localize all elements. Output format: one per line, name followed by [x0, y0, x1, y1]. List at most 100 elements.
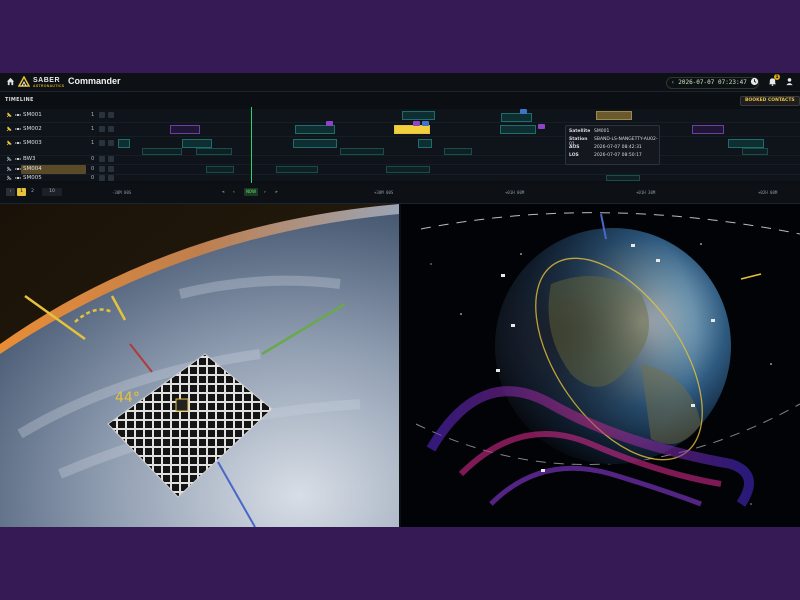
popup-aos-key: AOS: [569, 145, 580, 150]
nav-first-button[interactable]: «: [222, 190, 225, 195]
globe-scene: [401, 204, 800, 527]
row-toggle-button[interactable]: [99, 140, 105, 146]
popup-satellite-key: Satellite: [569, 129, 591, 134]
contact-block-selected[interactable]: [596, 111, 632, 120]
contact-block[interactable]: [295, 125, 335, 134]
top-bar: SABER ASTRONAUTICS Commander ‹ 2026-07-0…: [0, 73, 800, 92]
row-play-button[interactable]: [108, 166, 114, 172]
contact-chip: [520, 109, 527, 114]
row-play-button[interactable]: [108, 175, 114, 181]
nav-next-button[interactable]: ›: [264, 190, 266, 195]
row-toggle-button[interactable]: [99, 156, 105, 162]
booked-contacts-button[interactable]: BOOKED CONTACTS: [740, 96, 800, 106]
contact-block-active[interactable]: [394, 125, 430, 134]
contact-block[interactable]: [118, 139, 130, 148]
satellite-icon: [15, 177, 21, 179]
contact-block[interactable]: [728, 139, 764, 148]
popup-los-value: 2026-07-07 08:50:17: [594, 153, 642, 158]
row-name: SM005: [23, 175, 42, 181]
contact-chip: [413, 121, 420, 126]
row-name: SM004: [23, 166, 42, 172]
timeline-row-sm002[interactable]: SM002 1: [0, 121, 800, 137]
time-tick: +01H 30M: [636, 190, 656, 195]
contact-block[interactable]: [293, 139, 337, 148]
row-play-button[interactable]: [108, 126, 114, 132]
pin-icon[interactable]: [6, 166, 12, 172]
pin-icon[interactable]: [6, 156, 12, 162]
satellite-icon: [15, 142, 21, 144]
satellite-icon: [15, 158, 21, 160]
contact-chip: [422, 121, 429, 126]
timeline-row-sm005[interactable]: SM005 0: [0, 175, 800, 182]
row-count: 0: [91, 166, 95, 172]
contact-block[interactable]: [418, 139, 432, 148]
satellite-close-view[interactable]: 44° 0°: [0, 204, 399, 527]
pin-icon[interactable]: [6, 126, 12, 132]
elevation-angle-label: 44°: [115, 390, 140, 406]
contact-block[interactable]: [276, 166, 318, 173]
contact-block[interactable]: [196, 148, 232, 155]
row-count: 0: [91, 156, 95, 162]
timeline-row-sm004[interactable]: SM004 0: [0, 165, 800, 175]
contact-chip: [538, 124, 545, 129]
satellite-icon: [15, 168, 21, 170]
contact-block[interactable]: [500, 125, 536, 134]
nav-last-button[interactable]: »: [275, 190, 278, 195]
timeline-row-bw3[interactable]: BW3 0: [0, 155, 800, 165]
home-icon[interactable]: [6, 77, 15, 86]
row-count: 1: [91, 140, 95, 146]
contact-block[interactable]: [402, 111, 435, 120]
time-tick: -30M 00S: [112, 190, 132, 195]
row-toggle-button[interactable]: [99, 126, 105, 132]
row-toggle-button[interactable]: [99, 166, 105, 172]
row-play-button[interactable]: [108, 156, 114, 162]
brand-name: SABER: [33, 76, 61, 84]
satellite-icon: [15, 128, 21, 130]
nav-prev-button[interactable]: ‹: [233, 190, 235, 195]
row-play-button[interactable]: [108, 112, 114, 118]
row-name: BW3: [23, 156, 36, 162]
page-button[interactable]: 1: [17, 188, 26, 196]
now-indicator-line: [251, 107, 252, 183]
commander-app: SABER ASTRONAUTICS Commander ‹ 2026-07-0…: [0, 73, 800, 527]
contact-block[interactable]: [170, 125, 200, 134]
timeline-rows: SM001 1 SM002 1 SM003 1 BW3 0 SM004 0 SM…: [0, 109, 800, 181]
page-size-select[interactable]: 10: [42, 188, 62, 196]
contact-block[interactable]: [142, 148, 182, 155]
contact-block[interactable]: [340, 148, 384, 155]
history-icon[interactable]: [750, 77, 759, 86]
notification-badge: 1: [774, 74, 780, 80]
pin-icon[interactable]: [6, 140, 12, 146]
time-tick: +02H 00M: [758, 190, 778, 195]
row-count: 1: [91, 126, 95, 132]
contact-block[interactable]: [606, 175, 640, 181]
timeline-title: TIMELINE: [5, 97, 34, 103]
contact-block[interactable]: [444, 148, 472, 155]
page-button[interactable]: 2: [28, 188, 37, 196]
timeline-row-sm001[interactable]: SM001 1: [0, 109, 800, 123]
contact-block[interactable]: [742, 148, 768, 155]
row-toggle-button[interactable]: [99, 175, 105, 181]
logo-mark-icon: [18, 76, 30, 87]
contact-chip: [326, 121, 333, 126]
contact-block[interactable]: [182, 139, 212, 148]
timeline-row-sm003[interactable]: SM003 1: [0, 137, 800, 156]
time-tick: +01H 00M: [505, 190, 525, 195]
app-title: Commander: [68, 76, 121, 86]
pin-icon[interactable]: [6, 175, 12, 181]
pin-icon[interactable]: [6, 112, 12, 118]
row-play-button[interactable]: [108, 140, 114, 146]
globe-view[interactable]: [401, 204, 800, 527]
row-count: 1: [91, 112, 95, 118]
row-name: SM003: [23, 140, 42, 146]
contact-block[interactable]: [692, 125, 724, 134]
now-button[interactable]: NOW: [244, 188, 258, 196]
user-icon[interactable]: [785, 77, 794, 86]
row-toggle-button[interactable]: [99, 112, 105, 118]
contact-block[interactable]: [501, 113, 532, 122]
contact-block[interactable]: [386, 166, 430, 173]
row-name: SM001: [23, 112, 42, 118]
page-button-prev[interactable]: ‹: [6, 188, 15, 196]
contact-block[interactable]: [206, 166, 234, 173]
clock-display[interactable]: ‹ 2026-07-07 07:23:47 ›: [666, 77, 760, 89]
